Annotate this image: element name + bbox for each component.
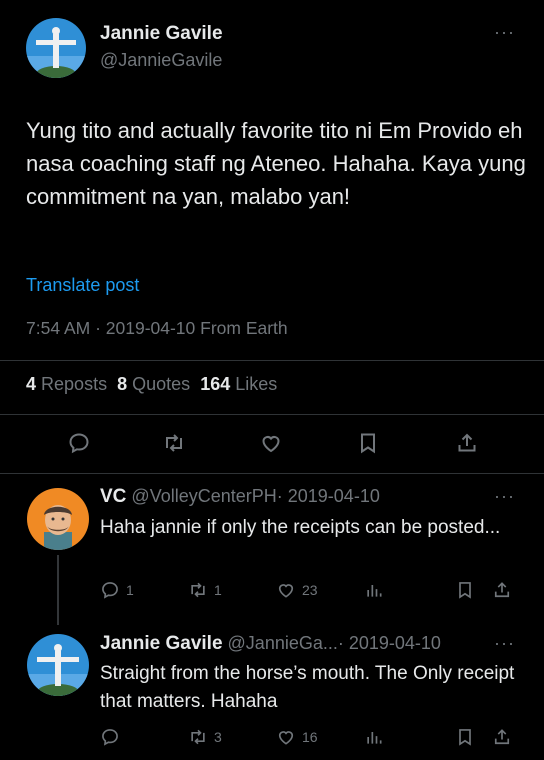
post-meta: 7:54 AM · 2019-04-10 From Earth — [26, 318, 288, 338]
like-icon — [278, 731, 294, 745]
reply-date[interactable]: · 2019-04-10 — [277, 486, 380, 506]
more-options-icon[interactable]: ··· — [494, 486, 515, 507]
bookmark-icon[interactable] — [455, 727, 475, 747]
share-icon[interactable] — [492, 727, 512, 747]
like-action[interactable]: 16 — [276, 727, 318, 747]
bookmark-icon[interactable] — [356, 431, 380, 455]
thread-line — [57, 555, 59, 625]
divider — [0, 360, 544, 361]
author-name[interactable]: Jannie Gavile — [100, 633, 223, 654]
views-icon[interactable] — [364, 580, 384, 600]
reply-action[interactable]: 1 — [100, 580, 134, 600]
translate-post-link[interactable]: Translate post — [26, 275, 139, 296]
divider — [0, 414, 544, 415]
post-stats: 4 Reposts 8 Quotes 164 Likes — [26, 374, 277, 395]
reply-text: Haha jannie if only the receipts can be … — [100, 517, 501, 538]
avatar[interactable] — [27, 634, 89, 696]
repost-icon[interactable] — [162, 431, 186, 455]
author-handle[interactable]: @VolleyCenterPH — [131, 486, 276, 506]
reply-date[interactable]: · 2019-04-10 — [338, 633, 441, 653]
author-handle[interactable]: @JannieGavile — [100, 50, 222, 71]
reply-header: Jannie Gavile @JannieGa...· 2019-04-10 — [100, 633, 441, 655]
divider — [0, 473, 544, 474]
repost-action[interactable]: 3 — [188, 727, 222, 747]
reply-icon[interactable] — [67, 431, 91, 455]
author-handle[interactable]: @JannieGa... — [228, 633, 338, 653]
quotes-stat[interactable]: 8 Quotes — [117, 374, 190, 394]
more-options-icon[interactable]: ··· — [494, 22, 515, 43]
like-action[interactable]: 23 — [276, 580, 318, 600]
reply-action[interactable] — [100, 727, 126, 747]
author-name[interactable]: Jannie Gavile — [100, 23, 223, 45]
like-icon[interactable] — [259, 431, 283, 455]
like-icon — [278, 584, 294, 598]
author-name[interactable]: VC — [100, 486, 126, 507]
likes-stat[interactable]: 164 Likes — [200, 374, 277, 394]
repost-icon — [191, 582, 205, 598]
avatar[interactable] — [26, 18, 86, 78]
avatar[interactable] — [27, 488, 89, 550]
reply-header: VC @VolleyCenterPH· 2019-04-10 — [100, 486, 380, 508]
bookmark-icon[interactable] — [455, 580, 475, 600]
post-text: Yung tito and actually favorite tito ni … — [26, 118, 526, 209]
reply-icon — [102, 729, 118, 746]
share-icon[interactable] — [455, 431, 479, 455]
repost-action[interactable]: 1 — [188, 580, 222, 600]
share-icon[interactable] — [492, 580, 512, 600]
reply-text: Straight from the horse’s mouth. The Onl… — [100, 663, 515, 712]
reposts-stat[interactable]: 4 Reposts — [26, 374, 107, 394]
more-options-icon[interactable]: ··· — [494, 633, 515, 654]
views-icon[interactable] — [364, 727, 384, 747]
repost-icon — [191, 729, 205, 745]
reply-icon — [102, 582, 118, 599]
